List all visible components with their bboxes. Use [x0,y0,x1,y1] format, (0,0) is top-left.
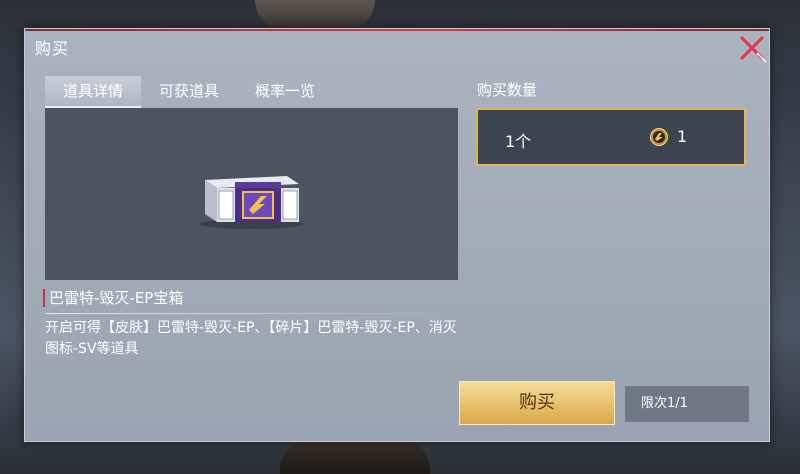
item-name: 巴雷特-毁灭-EP宝箱 [43,289,183,307]
quantity-label: 购买数量 [477,81,538,99]
close-button[interactable] [733,29,769,65]
purchase-limit-badge: 限次1/1 [625,386,749,422]
background-character-top [255,0,375,30]
treasure-box-icon [199,176,303,229]
close-icon [739,35,767,63]
tab-bar: 道具详情 可获道具 概率一览 [45,76,333,108]
price-value: 1 [677,127,688,146]
quantity-value: 1个 [505,132,532,151]
quantity-selector[interactable]: 1个 1 [476,108,746,166]
dialog-top-accent-line [25,29,769,31]
tab-item-details[interactable]: 道具详情 [45,76,142,108]
cf-coin-icon [650,128,668,146]
buy-button[interactable]: 购买 [459,381,615,425]
purchase-dialog: 购买 道具详情 可获道具 概率一览 巴雷特-毁灭-EP宝箱 开启可得【皮肤】巴雷… [24,28,770,442]
item-name-divider [45,313,458,314]
item-preview-panel [45,108,458,280]
tab-obtainable-items[interactable]: 可获道具 [141,76,237,106]
background-character-bottom [280,440,430,474]
item-description: 开启可得【皮肤】巴雷特-毁灭-EP、【碎片】巴雷特-毁灭-EP、消灭图标-SV等… [45,320,457,357]
tab-probability[interactable]: 概率一览 [237,76,333,106]
dialog-title: 购买 [35,39,70,58]
